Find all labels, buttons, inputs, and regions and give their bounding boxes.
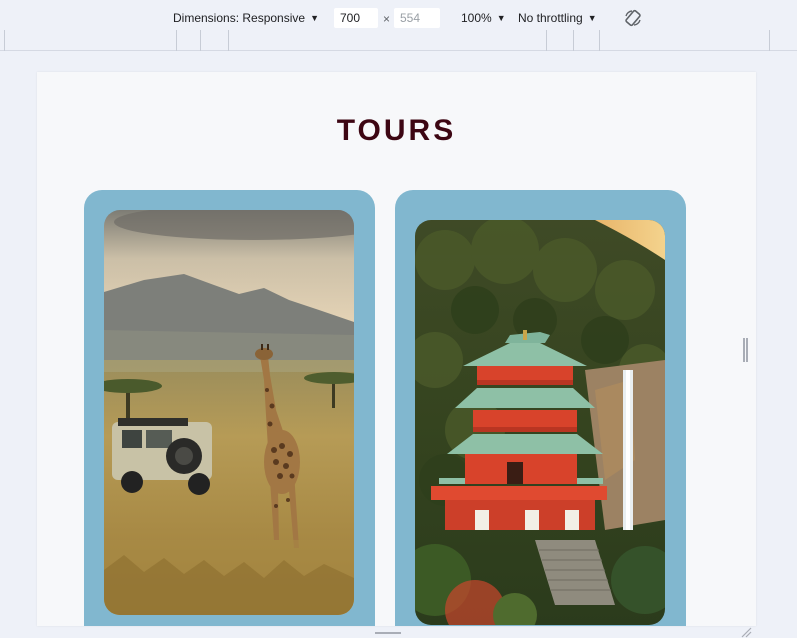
ruler-tick bbox=[769, 30, 770, 51]
rotate-button[interactable] bbox=[623, 8, 643, 31]
page-viewport: TOURS bbox=[37, 72, 756, 626]
width-input[interactable]: 700 bbox=[334, 8, 378, 28]
height-input[interactable]: 554 bbox=[394, 8, 440, 28]
dimensions-dropdown[interactable]: Dimensions: Responsive ▼ bbox=[173, 11, 319, 25]
ruler-tick bbox=[4, 30, 5, 51]
zoom-label: 100% bbox=[461, 11, 492, 25]
throttling-dropdown[interactable]: No throttling ▼ bbox=[518, 11, 597, 25]
ruler-tick bbox=[573, 30, 574, 51]
safari-giraffe-photo bbox=[104, 210, 354, 615]
throttling-label: No throttling bbox=[518, 11, 583, 25]
ruler-tick bbox=[176, 30, 177, 51]
tour-card-safari[interactable] bbox=[84, 190, 375, 626]
chevron-down-icon: ▼ bbox=[496, 13, 506, 23]
tour-card-japan[interactable] bbox=[395, 190, 686, 626]
resize-corner-grip-icon[interactable] bbox=[740, 626, 752, 638]
ruler-tick bbox=[546, 30, 547, 51]
rotate-icon bbox=[625, 9, 641, 27]
zoom-dropdown[interactable]: 100% ▼ bbox=[461, 11, 506, 25]
media-query-ruler bbox=[0, 30, 797, 51]
ruler-tick bbox=[228, 30, 229, 51]
chevron-down-icon: ▼ bbox=[587, 13, 597, 23]
resize-handle-right[interactable] bbox=[743, 338, 748, 362]
resize-handle-bottom[interactable] bbox=[375, 632, 401, 634]
pagoda-scene-graphic bbox=[415, 220, 665, 625]
dimensions-label: Dimensions: Responsive bbox=[173, 11, 306, 25]
japanese-pagoda-waterfall-photo bbox=[415, 220, 665, 625]
page-title: TOURS bbox=[336, 114, 457, 147]
times-symbol: × bbox=[383, 12, 391, 26]
safari-scene-graphic bbox=[104, 210, 354, 615]
ruler-tick bbox=[599, 30, 600, 51]
chevron-down-icon: ▼ bbox=[310, 13, 319, 23]
ruler-tick bbox=[200, 30, 201, 51]
